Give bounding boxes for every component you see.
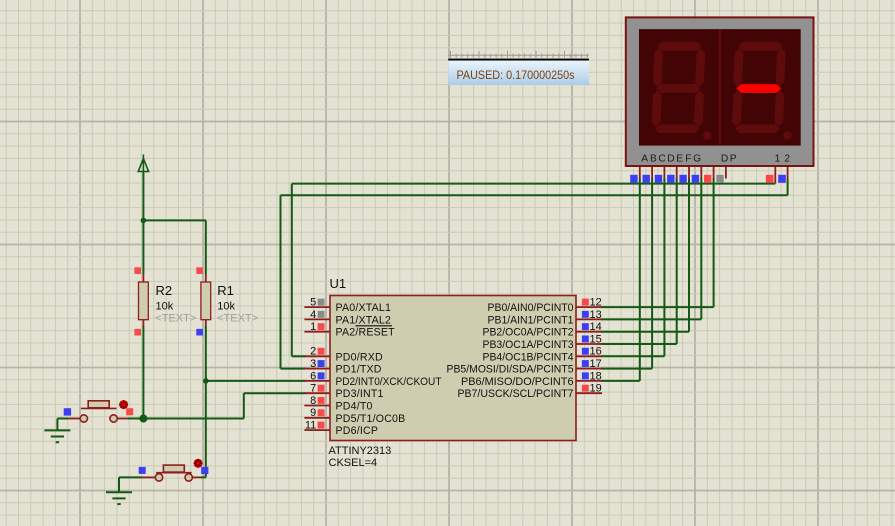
svg-text:R2: R2 [156,283,173,298]
svg-text:C: C [658,153,665,164]
svg-text:PB4/OC1B/PCINT4: PB4/OC1B/PCINT4 [483,351,574,363]
svg-text:3: 3 [310,358,316,370]
svg-text:14: 14 [590,321,602,333]
svg-text:PD0/RXD: PD0/RXD [336,351,383,363]
svg-text:PA2/RESET: PA2/RESET [336,327,396,339]
svg-text:E: E [676,153,683,164]
svg-text:10k: 10k [217,301,235,313]
svg-text:10k: 10k [156,301,174,313]
svg-text:PD3/INT1: PD3/INT1 [336,388,384,400]
svg-text:B: B [650,153,657,164]
svg-text:6: 6 [310,370,316,382]
svg-text:7: 7 [310,383,316,395]
svg-text:PAUSED: 0.170000250s: PAUSED: 0.170000250s [457,68,575,82]
svg-text:PD5/T1/OC0B: PD5/T1/OC0B [336,413,406,425]
svg-text:<TEXT>: <TEXT> [155,312,196,324]
svg-text:A: A [641,153,648,164]
svg-text:2: 2 [310,346,316,358]
svg-text:R1: R1 [217,283,234,298]
svg-text:PA1/XTAL2: PA1/XTAL2 [336,314,392,326]
svg-text:1: 1 [775,153,781,164]
svg-text:DP: DP [721,153,738,164]
svg-text:19: 19 [590,383,602,395]
svg-text:PB2/OC0A/PCINT2: PB2/OC0A/PCINT2 [483,327,574,339]
svg-text:ATTINY2313: ATTINY2313 [329,445,392,457]
svg-text:PB1/AIN1/PCINT1: PB1/AIN1/PCINT1 [488,314,574,326]
svg-text:4: 4 [310,309,316,321]
svg-text:1: 1 [310,321,316,333]
svg-text:5: 5 [310,297,316,309]
svg-text:U1: U1 [330,276,347,291]
svg-text:PB3/OC1A/PCINT3: PB3/OC1A/PCINT3 [483,339,574,351]
svg-text:G: G [693,153,701,164]
svg-text:CKSEL=4: CKSEL=4 [329,457,378,469]
svg-text:PB0/AIN0/PCINT0: PB0/AIN0/PCINT0 [488,302,574,314]
svg-text:2: 2 [784,153,790,164]
svg-text:PD6/ICP: PD6/ICP [336,425,379,437]
svg-text:F: F [685,153,691,164]
svg-text:PB6/MISO/DO/PCINT6: PB6/MISO/DO/PCINT6 [461,376,574,388]
svg-text:PB7/USCK/SCL/PCINT7: PB7/USCK/SCL/PCINT7 [458,388,574,400]
svg-text:11: 11 [305,420,316,432]
svg-text:18: 18 [590,370,602,382]
svg-text:16: 16 [590,346,602,358]
svg-text:PB5/MOSI/DI/SDA/PCINT5: PB5/MOSI/DI/SDA/PCINT5 [447,364,574,376]
svg-text:13: 13 [590,309,602,321]
svg-text:<TEXT>: <TEXT> [217,312,258,324]
svg-text:12: 12 [590,297,602,309]
svg-text:D: D [667,153,674,164]
svg-text:17: 17 [590,358,602,370]
svg-text:8: 8 [310,395,316,407]
svg-text:9: 9 [310,407,316,419]
svg-text:15: 15 [590,333,602,345]
svg-text:PA0/XTAL1: PA0/XTAL1 [336,302,392,314]
svg-text:PD1/TXD: PD1/TXD [336,364,382,376]
svg-text:PD2/INT0/XCK/CKOUT: PD2/INT0/XCK/CKOUT [336,376,442,388]
svg-text:PD4/T0: PD4/T0 [336,401,373,413]
